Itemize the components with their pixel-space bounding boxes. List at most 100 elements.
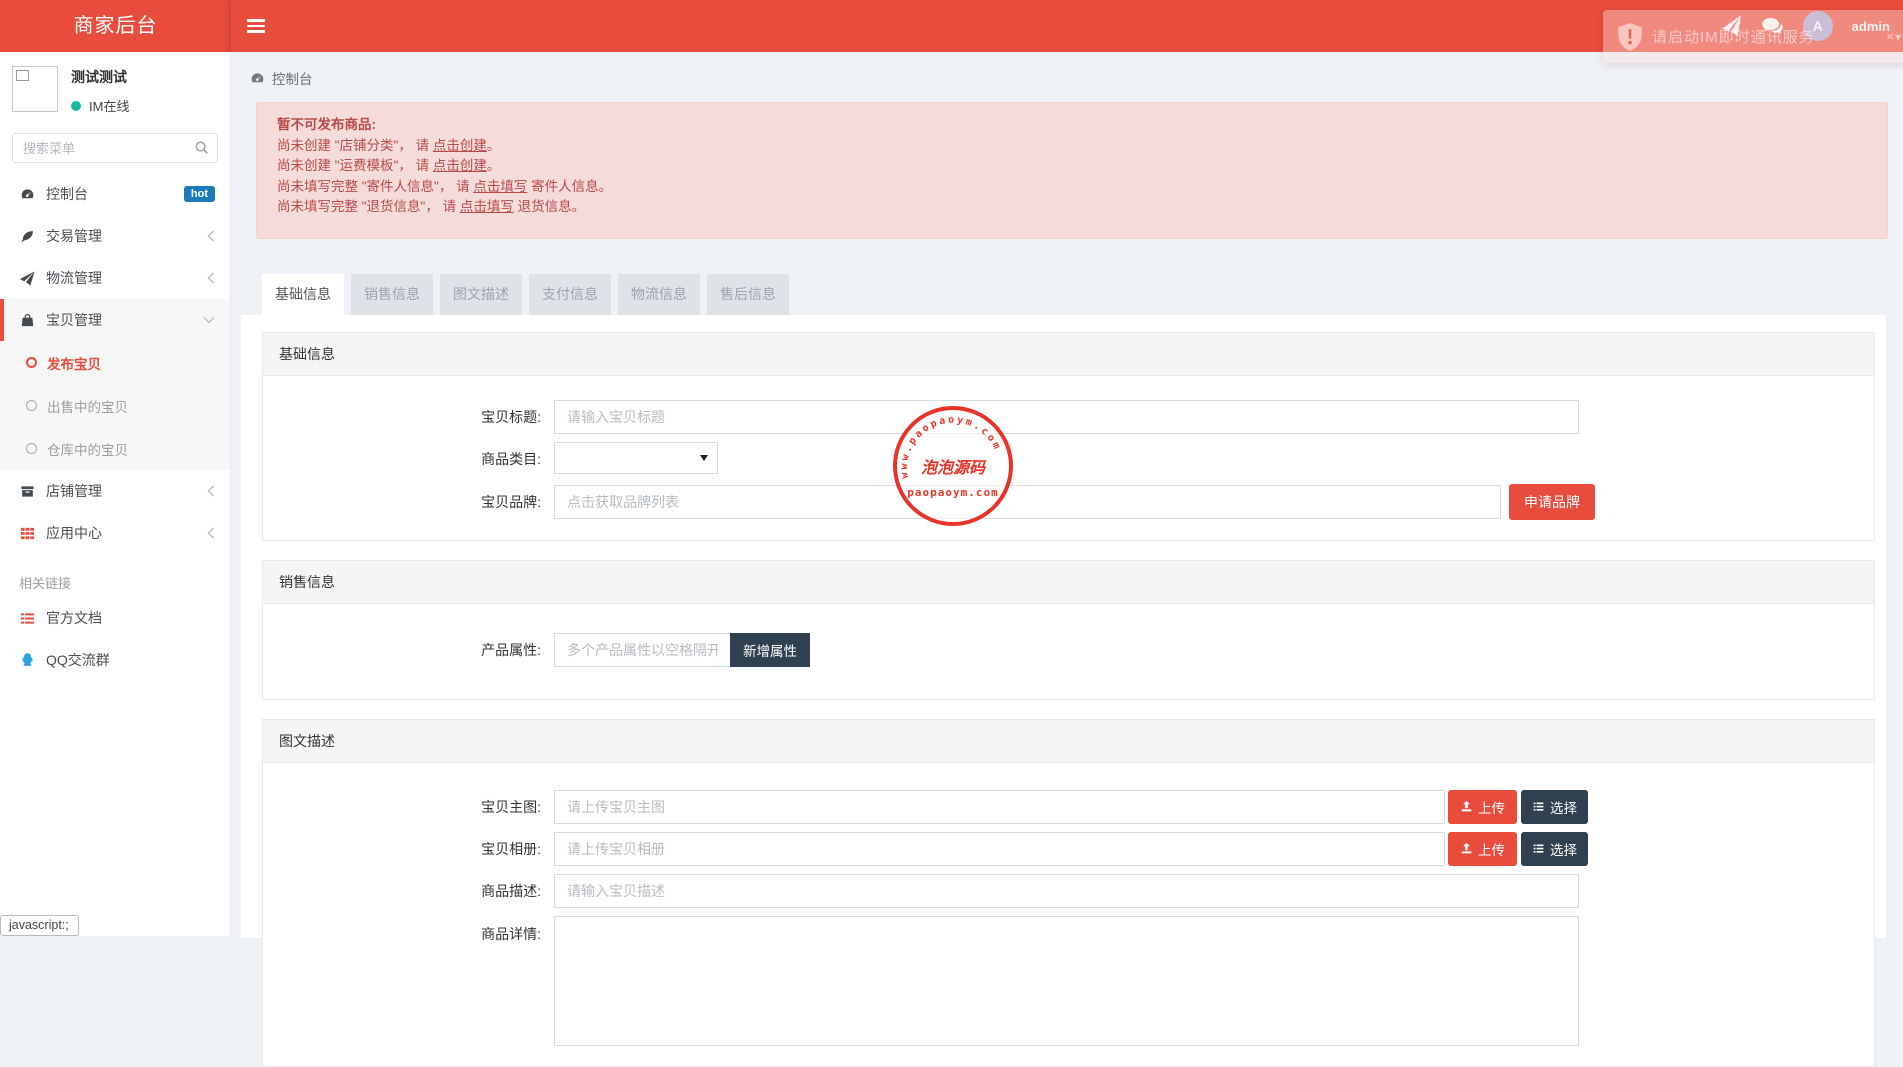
goods-detail-textarea[interactable]	[554, 916, 1579, 1046]
sidebar-item-dashboard[interactable]: 控制台 hot	[0, 173, 230, 215]
sidebar-item-apps[interactable]: 应用中心	[0, 512, 230, 554]
fill-sender-info-link[interactable]: 点击填写	[473, 179, 527, 194]
broken-image-icon	[16, 70, 29, 81]
alert-line: 尚未创建 "店铺分类"， 请 点击创建。	[277, 136, 1867, 157]
breadcrumb-label: 控制台	[272, 68, 313, 88]
tab-content-card: 基础信息 宝贝标题: 商品类目:	[241, 315, 1886, 938]
main-image-input[interactable]	[554, 790, 1445, 824]
sidebar-nav: 控制台 hot 交易管理 物流管理	[0, 173, 230, 681]
profile-block: 测试测试 IM在线	[0, 52, 230, 125]
goods-brand-input[interactable]	[554, 485, 1501, 519]
circle-o-icon	[26, 443, 37, 454]
shop-avatar-placeholder[interactable]	[12, 66, 58, 112]
chevron-down-icon	[203, 315, 215, 325]
circle-o-icon	[26, 357, 37, 368]
related-links-label: 相关链接	[0, 554, 230, 597]
goods-title-label: 宝贝标题:	[263, 407, 541, 427]
tab-payment-info[interactable]: 支付信息	[529, 274, 611, 315]
shield-warning-icon	[1618, 23, 1642, 51]
tab-logistics-info[interactable]: 物流信息	[618, 274, 700, 315]
dashboard-gauge-icon	[250, 71, 265, 86]
main-content: 控制台 暂不可发布商品: 尚未创建 "店铺分类"， 请 点击创建。 尚未创建 "…	[231, 52, 1903, 936]
shop-name: 测试测试	[71, 67, 129, 87]
panel-title: 基础信息	[263, 333, 1874, 376]
toast-close-icon[interactable]: ×	[1886, 28, 1894, 44]
toast-message: 请启动IM即时通讯服务	[1652, 26, 1815, 47]
upload-main-image-button[interactable]: 上传	[1448, 790, 1517, 824]
form-tabs: 基础信息 销售信息 图文描述 支付信息 物流信息 售后信息	[262, 274, 1903, 315]
upload-icon	[1460, 842, 1473, 855]
choose-album-button[interactable]: 选择	[1521, 832, 1588, 866]
sidebar-item-logistics[interactable]: 物流管理	[0, 257, 230, 299]
shopping-bag-icon	[19, 313, 35, 328]
chevron-left-icon	[207, 230, 215, 242]
app-title: 商家后台	[0, 0, 231, 52]
list-icon	[1532, 800, 1545, 813]
goods-category-label: 商品类目:	[263, 449, 541, 469]
leaf-icon	[19, 229, 35, 244]
grid-th-icon	[19, 526, 35, 541]
panel-basic-info: 基础信息 宝贝标题: 商品类目:	[262, 332, 1875, 541]
dashboard-gauge-icon	[19, 187, 35, 202]
alert-line: 尚未创建 "运费模板"， 请 点击创建。	[277, 156, 1867, 177]
main-image-label: 宝贝主图:	[263, 797, 541, 817]
goods-description-input[interactable]	[554, 874, 1579, 908]
choose-main-image-button[interactable]: 选择	[1521, 790, 1588, 824]
tab-image-text[interactable]: 图文描述	[440, 274, 522, 315]
album-input[interactable]	[554, 832, 1445, 866]
goods-description-label: 商品描述:	[263, 881, 541, 901]
alert-line: 尚未填写完整 "退货信息"， 请 点击填写 退货信息。	[277, 197, 1867, 218]
album-label: 宝贝相册:	[263, 839, 541, 859]
create-shop-category-link[interactable]: 点击创建	[433, 138, 487, 153]
fill-return-info-link[interactable]: 点击填写	[460, 199, 514, 214]
panel-sales-info: 销售信息 产品属性: 新增属性	[262, 560, 1875, 700]
sidebar-item-goods[interactable]: 宝贝管理	[0, 299, 230, 341]
sidebar-item-qq-group[interactable]: QQ交流群	[0, 639, 230, 681]
sidebar-subitem-publish-goods[interactable]: 发布宝贝	[0, 341, 230, 384]
im-service-toast: 请启动IM即时通讯服务 ×	[1603, 10, 1903, 63]
chevron-left-icon	[207, 485, 215, 497]
sidebar-item-trade[interactable]: 交易管理	[0, 215, 230, 257]
alert-line: 尚未填写完整 "寄件人信息"， 请 点击填写 寄件人信息。	[277, 177, 1867, 198]
search-icon[interactable]	[194, 140, 209, 155]
im-status-label: IM在线	[89, 96, 129, 115]
sidebar-item-shop[interactable]: 店铺管理	[0, 470, 230, 512]
panel-image-text: 图文描述 宝贝主图: 上传 选择	[262, 719, 1875, 1067]
goods-brand-label: 宝贝品牌:	[263, 492, 541, 512]
tab-sales-info[interactable]: 销售信息	[351, 274, 433, 315]
upload-icon	[1460, 800, 1473, 813]
upload-album-button[interactable]: 上传	[1448, 832, 1517, 866]
archive-box-icon	[19, 484, 35, 499]
sidebar-item-docs[interactable]: 官方文档	[0, 597, 230, 639]
sidebar-subitem-selling-goods[interactable]: 出售中的宝贝	[0, 384, 230, 427]
panel-title: 图文描述	[263, 720, 1874, 763]
sidebar-subitem-warehouse-goods[interactable]: 仓库中的宝贝	[0, 427, 230, 470]
product-attrs-label: 产品属性:	[263, 640, 541, 660]
tab-aftersale-info[interactable]: 售后信息	[707, 274, 789, 315]
alert-title: 暂不可发布商品:	[277, 115, 1867, 136]
chevron-left-icon	[207, 272, 215, 284]
browser-status-bubble: javascript:;	[0, 915, 79, 936]
online-status-dot	[71, 101, 81, 111]
goods-detail-label: 商品详情:	[263, 916, 541, 944]
paper-plane-icon	[19, 271, 35, 286]
chevron-left-icon	[207, 527, 215, 539]
panel-title: 销售信息	[263, 561, 1874, 604]
circle-o-icon	[26, 400, 37, 411]
qq-penguin-icon	[19, 652, 35, 669]
add-attr-button[interactable]: 新增属性	[730, 633, 810, 667]
goods-category-select[interactable]	[554, 442, 718, 474]
publish-warning-alert: 暂不可发布商品: 尚未创建 "店铺分类"， 请 点击创建。 尚未创建 "运费模板…	[256, 102, 1888, 239]
menu-search	[12, 133, 218, 163]
goods-title-input[interactable]	[554, 400, 1579, 434]
goods-menu-group: 宝贝管理 发布宝贝 出售中的宝贝 仓库中的宝贝	[0, 299, 230, 470]
create-freight-template-link[interactable]: 点击创建	[433, 158, 487, 173]
list-icon	[1532, 842, 1545, 855]
sidebar-toggle-icon[interactable]	[247, 19, 265, 36]
hot-badge: hot	[184, 186, 215, 202]
product-attrs-input[interactable]	[554, 633, 731, 667]
menu-search-input[interactable]	[12, 133, 218, 163]
tab-basic-info[interactable]: 基础信息	[262, 274, 344, 315]
apply-brand-button[interactable]: 申请品牌	[1509, 484, 1595, 520]
list-icon	[19, 611, 35, 626]
